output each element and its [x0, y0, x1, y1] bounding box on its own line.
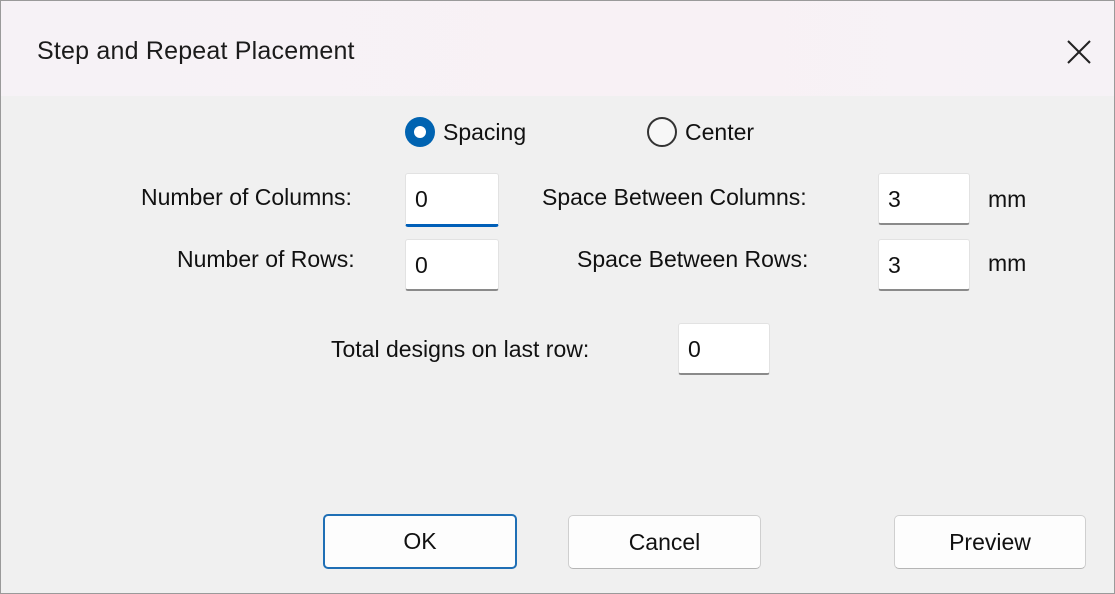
last-row-input[interactable]: 0 [678, 323, 770, 375]
ok-button[interactable]: OK [323, 514, 517, 569]
space-rows-unit: mm [988, 250, 1027, 276]
space-columns-label: Space Between Columns: [542, 184, 807, 210]
space-columns-unit: mm [988, 186, 1027, 212]
window-title: Step and Repeat Placement [37, 37, 355, 65]
last-row-label: Total designs on last row: [331, 336, 590, 362]
radio-spacing[interactable]: Spacing [405, 117, 526, 147]
columns-label: Number of Columns: [141, 184, 352, 210]
rows-input[interactable]: 0 [405, 239, 499, 291]
radio-selected-icon [405, 117, 435, 147]
space-rows-label: Space Between Rows: [577, 246, 809, 272]
title-bar: Step and Repeat Placement [1, 1, 1114, 96]
close-button[interactable] [1051, 26, 1107, 78]
radio-unselected-icon [647, 117, 677, 147]
space-rows-input[interactable]: 3 [878, 239, 970, 291]
radio-spacing-label: Spacing [443, 118, 527, 145]
preview-button[interactable]: Preview [894, 515, 1086, 569]
columns-input[interactable]: 0 [405, 173, 499, 227]
close-icon [1067, 40, 1091, 64]
radio-center[interactable]: Center [647, 117, 754, 147]
step-repeat-dialog: Step and Repeat Placement Spacing Center… [0, 0, 1115, 594]
cancel-button[interactable]: Cancel [568, 515, 761, 569]
radio-center-label: Center [685, 118, 755, 145]
rows-label: Number of Rows: [177, 246, 355, 272]
space-columns-input[interactable]: 3 [878, 173, 970, 225]
